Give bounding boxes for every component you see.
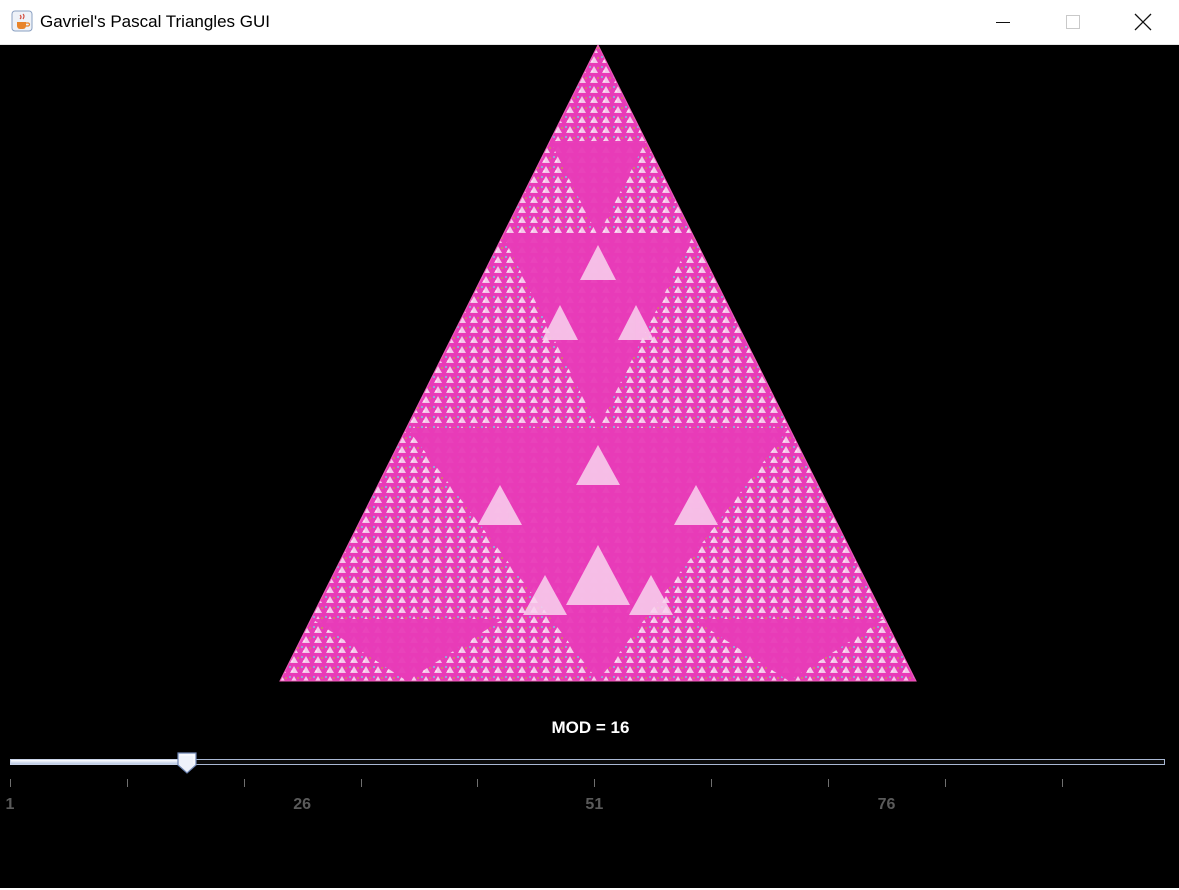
slider-tick-label: 51 xyxy=(585,796,604,813)
close-icon xyxy=(1134,13,1152,31)
slider-tick-label: 76 xyxy=(877,796,896,813)
java-cup-icon xyxy=(11,10,33,32)
drawing-canvas: MOD = 16 1 26 51 76 xyxy=(0,45,1179,890)
title-bar: Gavriel's Pascal Triangles GUI xyxy=(0,0,1179,45)
maximize-icon xyxy=(1066,15,1080,29)
slider-ticks xyxy=(10,779,1063,787)
slider-tick-label: 1 xyxy=(5,796,15,813)
maximize-button[interactable] xyxy=(1038,0,1108,44)
minimize-button[interactable] xyxy=(968,0,1038,44)
minimize-icon xyxy=(996,22,1010,23)
slider-tick-label: 26 xyxy=(293,796,312,813)
close-button[interactable] xyxy=(1108,0,1178,44)
window-title: Gavriel's Pascal Triangles GUI xyxy=(40,12,270,31)
